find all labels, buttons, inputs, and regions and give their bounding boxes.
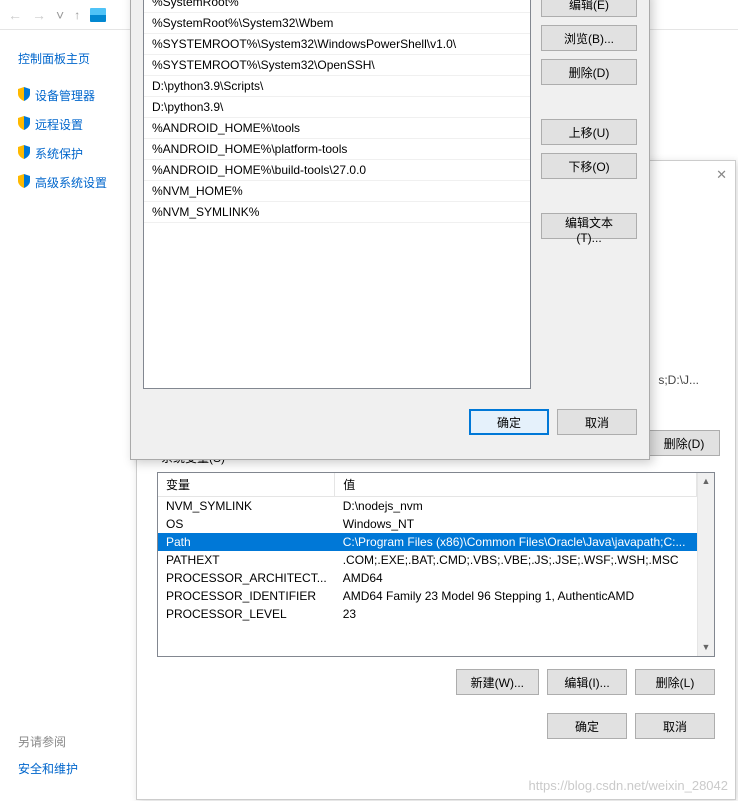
- var-value: AMD64 Family 23 Model 96 Stepping 1, Aut…: [335, 587, 697, 605]
- sidebar-item-label: 远程设置: [35, 116, 83, 133]
- close-icon[interactable]: ✕: [716, 167, 727, 183]
- table-row[interactable]: NVM_SYMLINKD:\nodejs_nvm: [158, 497, 697, 516]
- path-entry[interactable]: %SystemRoot%\System32\Wbem: [144, 13, 530, 34]
- user-var-truncated-value: s;D:\J...: [658, 373, 699, 387]
- sidebar-item-2[interactable]: 系统保护: [18, 139, 130, 168]
- path-browse-button[interactable]: 浏览(B)...: [541, 25, 637, 51]
- path-entry[interactable]: %NVM_SYMLINK%: [144, 202, 530, 223]
- var-value: .COM;.EXE;.BAT;.CMD;.VBS;.VBE;.JS;.JSE;.…: [335, 551, 697, 569]
- path-entries-list[interactable]: %SystemRoot%%SystemRoot%\System32\Wbem%S…: [143, 0, 531, 389]
- table-row[interactable]: PROCESSOR_IDENTIFIERAMD64 Family 23 Mode…: [158, 587, 697, 605]
- var-value: C:\Program Files (x86)\Common Files\Orac…: [335, 533, 697, 551]
- path-entry[interactable]: %ANDROID_HOME%\build-tools\27.0.0: [144, 160, 530, 181]
- shield-icon: [18, 145, 30, 162]
- nav-back-icon[interactable]: ←: [8, 7, 22, 23]
- path-entry[interactable]: %SYSTEMROOT%\System32\OpenSSH\: [144, 55, 530, 76]
- scrollbar[interactable]: ▲ ▼: [697, 473, 714, 656]
- shield-icon: [18, 116, 30, 133]
- var-name: PATHEXT: [158, 551, 335, 569]
- sidebar-item-1[interactable]: 远程设置: [18, 110, 130, 139]
- sidebar-item-label: 系统保护: [35, 145, 83, 162]
- table-row[interactable]: PathC:\Program Files (x86)\Common Files\…: [158, 533, 697, 551]
- env-ok-button[interactable]: 确定: [547, 713, 627, 739]
- table-row[interactable]: PROCESSOR_ARCHITECT...AMD64: [158, 569, 697, 587]
- var-name: PROCESSOR_ARCHITECT...: [158, 569, 335, 587]
- sidebar-item-label: 设备管理器: [35, 87, 95, 104]
- table-row[interactable]: PATHEXT.COM;.EXE;.BAT;.CMD;.VBS;.VBE;.JS…: [158, 551, 697, 569]
- var-name: PROCESSOR_LEVEL: [158, 605, 335, 623]
- path-entry[interactable]: %SystemRoot%: [144, 0, 530, 13]
- table-row[interactable]: OSWindows_NT: [158, 515, 697, 533]
- system-variables-table[interactable]: 变量 值 NVM_SYMLINKD:\nodejs_nvmOSWindows_N…: [157, 472, 715, 657]
- path-entry[interactable]: D:\python3.9\: [144, 97, 530, 118]
- path-edit-text-button[interactable]: 编辑文本(T)...: [541, 213, 637, 239]
- sidebar-item-3[interactable]: 高级系统设置: [18, 168, 130, 197]
- path-entry[interactable]: %ANDROID_HOME%\platform-tools: [144, 139, 530, 160]
- scroll-up-icon[interactable]: ▲: [698, 473, 714, 490]
- sidebar-item-0[interactable]: 设备管理器: [18, 81, 130, 110]
- watermark: https://blog.csdn.net/weixin_28042: [529, 778, 728, 793]
- user-var-delete-button-wrap: 删除(D): [648, 430, 720, 456]
- nav-up-icon[interactable]: ↑: [74, 8, 80, 22]
- env-cancel-button[interactable]: 取消: [635, 713, 715, 739]
- edit-path-dialog: %SystemRoot%%SystemRoot%\System32\Wbem%S…: [130, 0, 650, 460]
- new-sys-var-button[interactable]: 新建(W)...: [456, 669, 539, 695]
- delete-sys-var-button[interactable]: 删除(L): [635, 669, 715, 695]
- path-edit-button[interactable]: 编辑(E): [541, 0, 637, 17]
- var-value: 23: [335, 605, 697, 623]
- path-move-down-button[interactable]: 下移(O): [541, 153, 637, 179]
- path-entry[interactable]: %ANDROID_HOME%\tools: [144, 118, 530, 139]
- var-value: AMD64: [335, 569, 697, 587]
- sidebar-footer-title: 另请参阅: [18, 728, 78, 755]
- scroll-down-icon[interactable]: ▼: [698, 639, 714, 656]
- sidebar-home-link[interactable]: 控制面板主页: [18, 42, 130, 81]
- path-entry[interactable]: D:\python3.9\Scripts\: [144, 76, 530, 97]
- path-entry[interactable]: %SYSTEMROOT%\System32\WindowsPowerShell\…: [144, 34, 530, 55]
- sidebar-item-label: 高级系统设置: [35, 174, 107, 191]
- sidebar: 控制面板主页 设备管理器远程设置系统保护高级系统设置: [0, 30, 130, 197]
- nav-dropdown-icon[interactable]: ˅: [56, 7, 64, 23]
- var-name: NVM_SYMLINK: [158, 497, 335, 516]
- path-cancel-button[interactable]: 取消: [557, 409, 637, 435]
- sidebar-footer: 另请参阅 安全和维护: [18, 728, 78, 782]
- column-header-value[interactable]: 值: [335, 473, 697, 497]
- var-name: PROCESSOR_IDENTIFIER: [158, 587, 335, 605]
- computer-icon: [90, 8, 106, 22]
- var-name: OS: [158, 515, 335, 533]
- path-entry[interactable]: %NVM_HOME%: [144, 181, 530, 202]
- path-ok-button[interactable]: 确定: [469, 409, 549, 435]
- var-name: Path: [158, 533, 335, 551]
- sidebar-security-link[interactable]: 安全和维护: [18, 755, 78, 782]
- path-move-up-button[interactable]: 上移(U): [541, 119, 637, 145]
- var-value: D:\nodejs_nvm: [335, 497, 697, 516]
- shield-icon: [18, 87, 30, 104]
- column-header-variable[interactable]: 变量: [158, 473, 335, 497]
- nav-forward-icon[interactable]: →: [32, 7, 46, 23]
- edit-sys-var-button[interactable]: 编辑(I)...: [547, 669, 627, 695]
- user-var-delete-button[interactable]: 删除(D): [648, 430, 720, 456]
- shield-icon: [18, 174, 30, 191]
- var-value: Windows_NT: [335, 515, 697, 533]
- path-delete-button[interactable]: 删除(D): [541, 59, 637, 85]
- table-row[interactable]: PROCESSOR_LEVEL23: [158, 605, 697, 623]
